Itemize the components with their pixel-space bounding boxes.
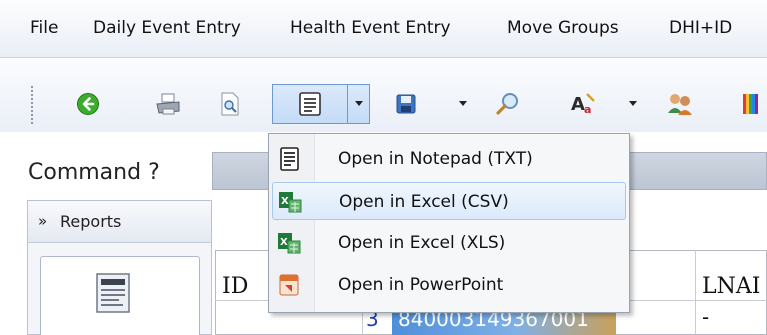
menu-item-label: Open in Excel (CSV) [339, 192, 509, 212]
menu-item-open-excel-csv[interactable]: X Open in Excel (CSV) [272, 182, 626, 220]
excel-icon: X [278, 233, 301, 254]
save-icon [396, 94, 416, 114]
menu-health-event-entry[interactable]: Health Event Entry [290, 18, 451, 38]
font-button[interactable]: A a [566, 84, 602, 124]
find-icon [496, 93, 518, 115]
svg-text:X: X [280, 237, 288, 248]
export-dropdown-menu: Open in Notepad (TXT) X Open in Excel (C… [268, 133, 630, 313]
toolbar: A a [0, 58, 767, 132]
excel-icon: X [279, 192, 302, 213]
menu-file[interactable]: File [30, 18, 58, 38]
menu-bar: File Daily Event Entry Health Event Entr… [0, 0, 767, 58]
reports-label: Reports [60, 212, 122, 231]
save-dropdown-arrow[interactable] [452, 84, 474, 124]
people-button[interactable] [662, 84, 698, 124]
back-button[interactable] [70, 84, 106, 124]
menu-item-label: Open in PowerPoint [338, 275, 504, 295]
print-preview-button[interactable] [212, 84, 248, 124]
reports-panel: » Reports [27, 200, 212, 335]
menu-item-label: Open in Excel (XLS) [338, 233, 506, 253]
column-header-lname[interactable]: LNAI [702, 274, 760, 299]
svg-text:a: a [584, 103, 591, 116]
export-icon [299, 92, 321, 116]
font-dropdown-arrow[interactable] [622, 84, 644, 124]
print-icon [156, 93, 180, 115]
menu-item-open-excel-xls[interactable]: X Open in Excel (XLS) [272, 224, 626, 262]
menu-dhi-id[interactable]: DHI+ID [669, 18, 732, 38]
menu-item-open-powerpoint[interactable]: Open in PowerPoint [272, 266, 626, 304]
save-button[interactable] [388, 84, 424, 124]
menu-move-groups[interactable]: Move Groups [507, 18, 619, 38]
table-cell-lname[interactable]: - [702, 305, 709, 329]
menu-item-label: Open in Notepad (TXT) [338, 149, 533, 169]
export-dropdown-arrow[interactable] [348, 84, 370, 124]
chevron-down-icon [354, 101, 363, 106]
grid-column-divider [695, 250, 696, 335]
people-icon [668, 94, 692, 115]
svg-text:A: A [571, 94, 585, 115]
print-button[interactable] [150, 84, 186, 124]
find-button[interactable] [490, 84, 526, 124]
reports-section-header[interactable]: » Reports [28, 201, 211, 243]
command-title: Command ? [28, 160, 160, 185]
back-icon [77, 93, 99, 115]
color-icon [742, 94, 758, 114]
column-header-id[interactable]: ID [222, 274, 248, 299]
chevron-down-icon [459, 101, 467, 106]
toolbar-grip[interactable] [30, 85, 34, 125]
export-button[interactable] [272, 84, 348, 124]
collapse-chevron-icon: » [38, 212, 48, 230]
report-document-icon [96, 273, 130, 313]
menu-item-open-notepad[interactable]: Open in Notepad (TXT) [272, 140, 626, 178]
report-tile[interactable] [40, 256, 200, 335]
print-preview-icon [221, 92, 239, 116]
chevron-down-icon [629, 101, 637, 106]
menu-daily-event-entry[interactable]: Daily Event Entry [93, 18, 241, 38]
color-button[interactable] [732, 84, 767, 124]
powerpoint-icon [279, 274, 299, 296]
notepad-icon [280, 147, 299, 171]
svg-text:X: X [281, 196, 289, 207]
font-icon: A a [571, 93, 595, 116]
